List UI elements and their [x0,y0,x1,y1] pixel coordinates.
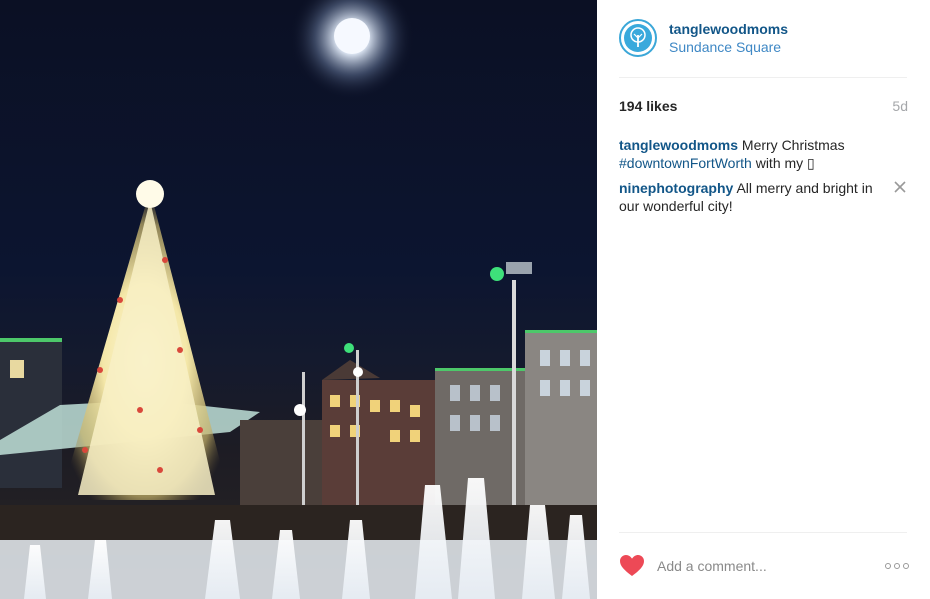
tree-logo-icon [624,24,652,52]
comment-text: Merry Christmas [738,137,845,153]
post-author-username[interactable]: tanglewoodmoms [669,21,788,37]
more-dot [885,563,891,569]
more-options-icon[interactable] [885,561,909,571]
comments-list: tanglewoodmoms Merry Christmas #downtown… [619,136,909,222]
post-photo[interactable] [0,0,597,599]
post-footer [619,552,909,580]
post-header: tanglewoodmoms Sundance Square [619,16,909,76]
more-dot [894,563,900,569]
christmas-tree-night-scene-image [0,0,597,599]
comment-item: ninephotography All merry and bright in … [619,179,909,215]
post-sidebar: tanglewoodmoms Sundance Square 194 likes… [597,0,930,599]
likes-count[interactable]: 194 likes [619,98,677,114]
header-divider [619,77,907,78]
heart-icon[interactable] [619,554,645,578]
footer-divider [619,532,907,533]
avatar[interactable] [619,19,657,57]
comment-username[interactable]: ninephotography [619,180,733,196]
close-icon[interactable] [893,180,907,194]
comment-text-continued: with my ▯ [751,155,815,171]
post-location-link[interactable]: Sundance Square [669,39,781,55]
hashtag-link[interactable]: #downtownFortWorth [619,155,752,171]
comment-username[interactable]: tanglewoodmoms [619,137,738,153]
more-dot [903,563,909,569]
add-comment-input[interactable] [657,555,867,577]
post-timestamp[interactable]: 5d [892,98,908,114]
comment-caption: tanglewoodmoms Merry Christmas #downtown… [619,136,909,172]
